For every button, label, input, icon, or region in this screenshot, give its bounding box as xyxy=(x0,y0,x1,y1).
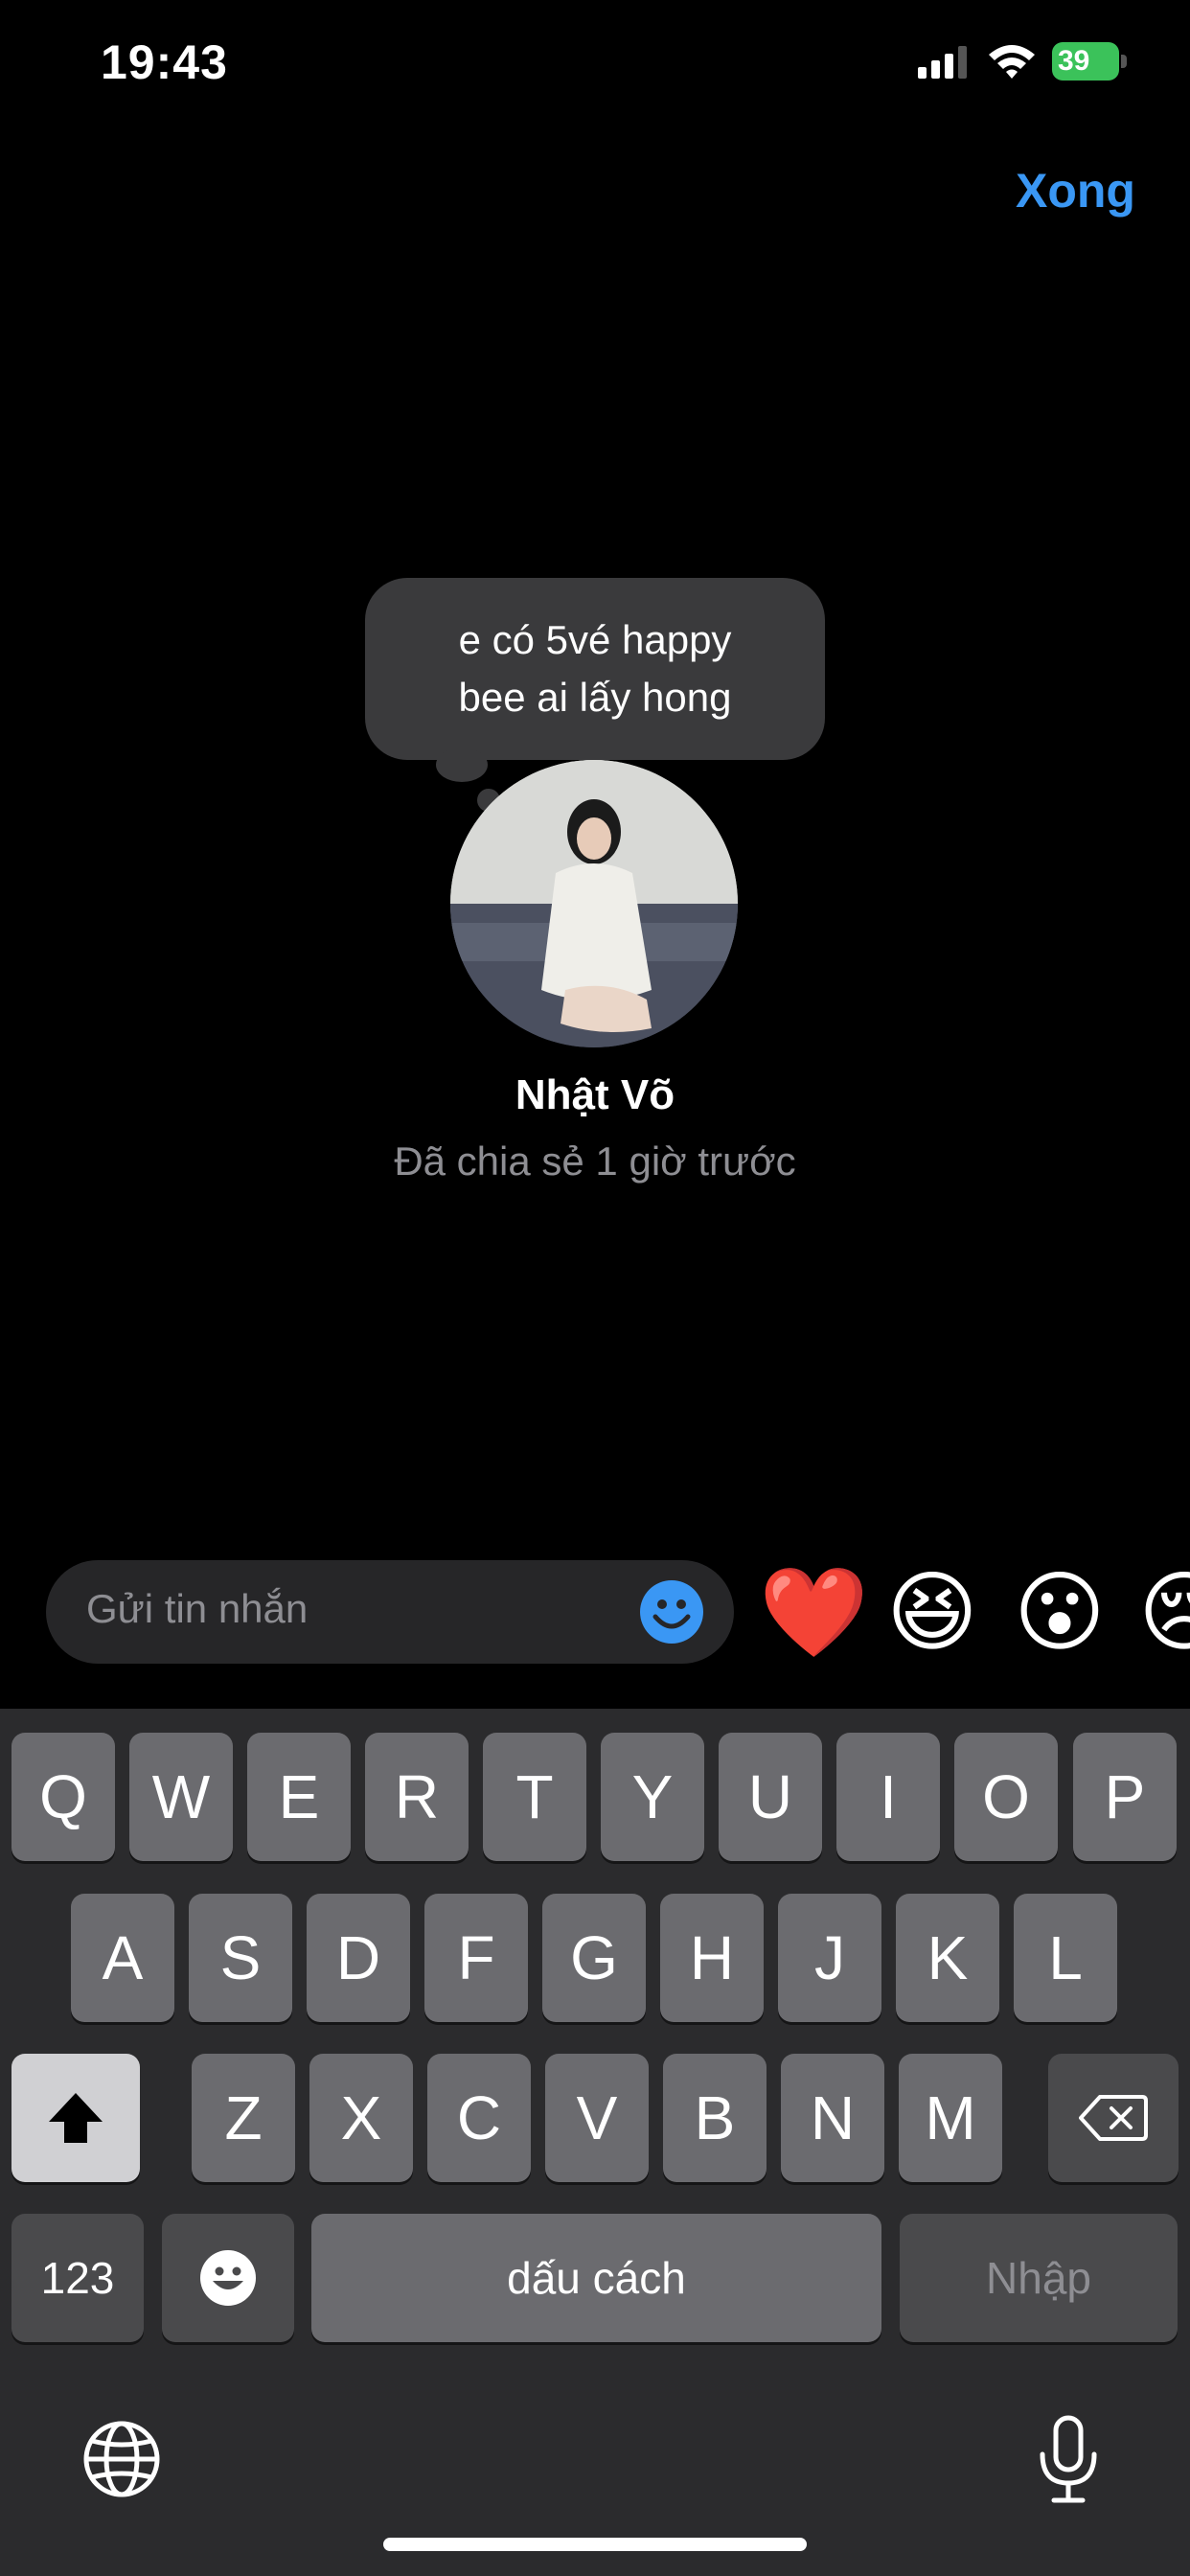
key-w[interactable]: W xyxy=(129,1733,233,1861)
wifi-icon xyxy=(989,45,1035,79)
smiley-icon[interactable] xyxy=(638,1578,705,1645)
key-t[interactable]: T xyxy=(483,1733,586,1861)
done-button[interactable]: Xong xyxy=(1016,163,1135,218)
avatar-photo xyxy=(450,760,738,1047)
key-q[interactable]: Q xyxy=(11,1733,115,1861)
reaction-laugh[interactable]: 😆 xyxy=(886,1560,978,1666)
message-placeholder: Gửi tin nhắn xyxy=(86,1586,309,1631)
key-d[interactable]: D xyxy=(307,1894,410,2022)
reaction-heart[interactable]: ❤️ xyxy=(759,1560,869,1666)
avatar[interactable] xyxy=(450,760,738,1047)
shift-icon xyxy=(49,2093,103,2143)
note-bubble[interactable]: e có 5vé happy bee ai lấy hong xyxy=(365,578,825,760)
key-l[interactable]: L xyxy=(1014,1894,1117,2022)
numbers-key[interactable]: 123 xyxy=(11,2214,144,2342)
key-u[interactable]: U xyxy=(719,1733,822,1861)
signal-icon xyxy=(918,46,967,79)
key-y[interactable]: Y xyxy=(601,1733,704,1861)
key-x[interactable]: X xyxy=(309,2054,413,2182)
note-bubble-tail xyxy=(436,748,488,782)
emoji-keyboard-icon xyxy=(200,2250,256,2306)
reaction-wow[interactable]: 😮 xyxy=(1014,1560,1106,1666)
key-m[interactable]: M xyxy=(899,2054,1002,2182)
key-s[interactable]: S xyxy=(189,1894,292,2022)
space-key[interactable]: dấu cách xyxy=(311,2214,881,2342)
key-o[interactable]: O xyxy=(954,1733,1058,1861)
reaction-sad[interactable]: 😢 xyxy=(1138,1560,1190,1666)
emoji-keyboard-key[interactable] xyxy=(162,2214,294,2342)
status-time: 19:43 xyxy=(101,35,228,89)
key-z[interactable]: Z xyxy=(192,2054,295,2182)
globe-icon[interactable] xyxy=(82,2420,161,2498)
key-f[interactable]: F xyxy=(424,1894,528,2022)
key-v[interactable]: V xyxy=(545,2054,649,2182)
microphone-icon[interactable] xyxy=(1037,2414,1100,2506)
key-p[interactable]: P xyxy=(1073,1733,1177,1861)
return-key[interactable]: Nhập xyxy=(900,2214,1178,2342)
key-a[interactable]: A xyxy=(71,1894,174,2022)
key-h[interactable]: H xyxy=(660,1894,764,2022)
home-indicator[interactable] xyxy=(383,2538,807,2551)
key-r[interactable]: R xyxy=(365,1733,469,1861)
battery-charging-icon: 39 xyxy=(1052,42,1127,80)
key-g[interactable]: G xyxy=(542,1894,646,2022)
key-e[interactable]: E xyxy=(247,1733,351,1861)
shift-key[interactable] xyxy=(11,2054,140,2182)
key-b[interactable]: B xyxy=(663,2054,767,2182)
delete-key[interactable] xyxy=(1048,2054,1179,2182)
note-text: e có 5vé happy bee ai lấy hong xyxy=(458,617,732,720)
key-j[interactable]: J xyxy=(778,1894,881,2022)
key-k[interactable]: K xyxy=(896,1894,999,2022)
key-c[interactable]: C xyxy=(427,2054,531,2182)
shared-time: Đã chia sẻ 1 giờ trước xyxy=(394,1138,796,1184)
key-i[interactable]: I xyxy=(836,1733,940,1861)
battery-level: 39 xyxy=(1058,45,1090,77)
keyboard: Q W E R T Y U I O P A S D F G H J K L Z … xyxy=(0,1709,1190,2576)
key-n[interactable]: N xyxy=(781,2054,884,2182)
profile-name: Nhật Võ xyxy=(515,1071,675,1118)
backspace-icon xyxy=(1079,2095,1148,2141)
